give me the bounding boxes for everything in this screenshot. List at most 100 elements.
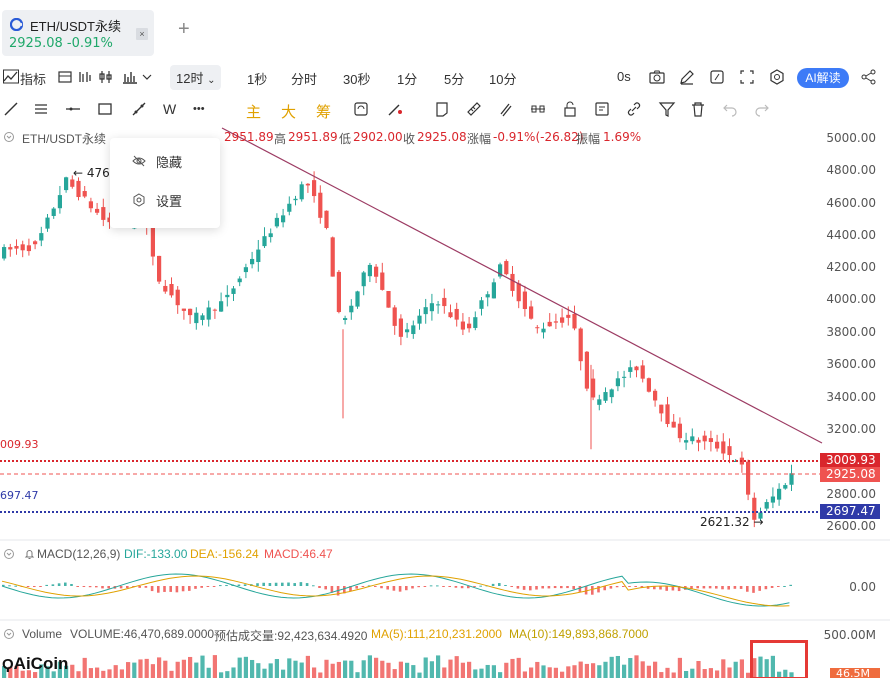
price-chart[interactable] — [0, 0, 890, 678]
candle-body — [522, 291, 527, 310]
candle-body — [696, 439, 701, 443]
macd-bar — [665, 586, 668, 591]
y-tick: 4000.00 — [826, 292, 876, 306]
macd-bar — [560, 586, 563, 589]
candle-body — [690, 436, 695, 442]
candle-body — [436, 304, 441, 306]
aicoin-brand: ϘAiCoin — [2, 654, 69, 673]
macd-bar — [237, 584, 241, 586]
volume-bar — [188, 656, 193, 678]
candle-body — [715, 441, 720, 449]
macd-bar — [26, 586, 30, 587]
candle-body — [659, 404, 664, 414]
y-tick: 3400.00 — [826, 390, 876, 404]
highlight-box — [750, 640, 808, 678]
macd-bar — [398, 586, 402, 592]
volume-bar — [181, 659, 186, 678]
macd-bar — [299, 582, 303, 586]
macd-bar — [268, 583, 272, 586]
macd-bar — [293, 583, 296, 586]
volume-bar — [529, 667, 534, 678]
macd-bar — [510, 586, 513, 587]
macd-bar — [76, 586, 79, 587]
macd-bar — [144, 586, 148, 588]
macd-bar — [547, 586, 551, 589]
candle-body — [560, 317, 565, 323]
volume-bar — [367, 655, 372, 678]
candle-body — [572, 313, 577, 329]
candle-body — [628, 367, 633, 372]
candle-body — [727, 446, 732, 456]
macd-collapse-icon[interactable] — [4, 549, 14, 559]
candle-body — [157, 255, 162, 282]
upper-level-tag[interactable]: 3009.93 — [820, 453, 880, 468]
lower-level-tag[interactable]: 2697.47 — [820, 504, 880, 519]
volume-bar — [219, 672, 224, 678]
volume-bar — [640, 661, 645, 678]
candle-body — [411, 325, 416, 335]
macd-bar — [746, 586, 749, 592]
legend-high-prefix: 高 — [274, 132, 287, 146]
volume-bar — [665, 667, 670, 678]
volume-bar — [634, 655, 639, 678]
volume-bar — [690, 668, 695, 678]
macd-bar — [119, 586, 123, 589]
y-tick: 3800.00 — [826, 325, 876, 339]
candle-body — [392, 307, 397, 326]
macd-bar — [436, 585, 439, 587]
candle-body — [324, 210, 329, 229]
macd-title: MACD(12,26,9) — [37, 547, 121, 561]
bell-icon[interactable] — [24, 549, 35, 560]
volume-bar — [708, 668, 713, 678]
macd-bar — [305, 583, 309, 586]
volume-axis-label: 500.00M — [823, 628, 876, 642]
volume-bar — [516, 657, 521, 678]
macd-bar — [82, 586, 86, 587]
volume-bar — [237, 657, 242, 678]
volume-bar — [157, 657, 162, 678]
volume-bar — [739, 659, 744, 678]
upper-level-label: 009.93 — [0, 438, 39, 451]
legend-context-menu: 隐藏 设置 — [110, 138, 220, 228]
y-tick: 3600.00 — [826, 357, 876, 371]
collapse-chevron-icon[interactable] — [4, 132, 14, 142]
macd-bar — [715, 586, 718, 589]
volume-bar — [721, 659, 726, 678]
volume-collapse-icon[interactable] — [4, 629, 14, 639]
candle-body — [448, 312, 453, 318]
gear-icon — [133, 193, 145, 207]
candle-body — [88, 201, 93, 209]
volume-bar — [386, 662, 391, 678]
y-tick: 4400.00 — [826, 228, 876, 242]
volume-bar — [281, 669, 286, 678]
volume-bar — [250, 659, 255, 678]
volume-bar — [522, 671, 527, 678]
macd-value: MACD:46.47 — [264, 547, 333, 561]
volume-bar — [491, 665, 496, 678]
candle-body — [665, 404, 670, 425]
macd-bar — [57, 583, 61, 586]
volume-bar — [299, 662, 304, 678]
volume-bar — [119, 669, 124, 678]
candle-body — [454, 308, 459, 320]
candle-body — [45, 217, 50, 229]
candle-body — [653, 390, 658, 401]
candle-body — [343, 318, 348, 320]
macd-bar — [597, 586, 600, 593]
macd-bar — [126, 586, 129, 589]
candle-body — [299, 184, 304, 200]
macd-bar — [318, 586, 321, 589]
macd-bar — [157, 586, 160, 593]
volume-bar — [411, 665, 416, 678]
candle-body — [603, 392, 608, 401]
macd-bar — [219, 585, 222, 587]
candle-body — [281, 215, 286, 223]
legend-change: -0.91%(-26.82) — [493, 130, 584, 144]
macd-bar — [454, 586, 458, 588]
macd-bar — [39, 586, 42, 587]
legend-close: 2925.08 — [417, 130, 467, 144]
candle-body — [597, 399, 602, 405]
candle-body — [423, 307, 428, 315]
volume-bar — [243, 656, 248, 678]
candle-body — [770, 496, 775, 503]
